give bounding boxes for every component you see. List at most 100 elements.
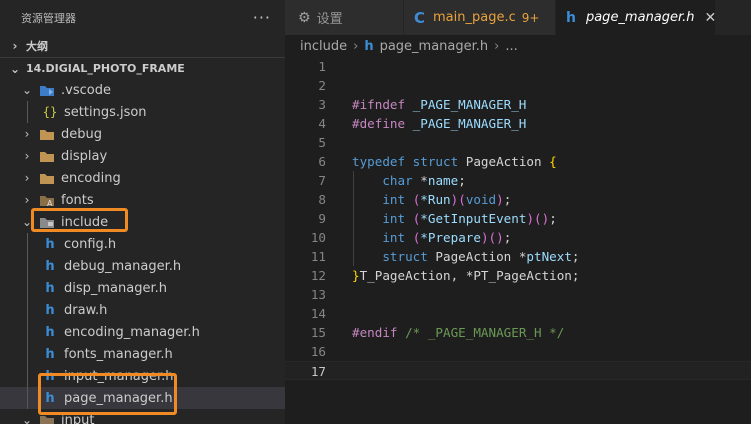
line-number: 1	[318, 59, 326, 74]
tree-item-label: disp_manager.h	[64, 280, 167, 296]
input-folder-icon	[37, 414, 57, 424]
c-file-icon: C	[414, 8, 426, 27]
line-number: 5	[318, 135, 326, 150]
code-line[interactable]: 12 }T_PageAction, *PT_PageAction;	[285, 266, 751, 285]
close-icon[interactable]: ✕	[705, 10, 717, 26]
indent-guide	[27, 321, 28, 343]
tree-item-label: input_manager.h	[64, 368, 174, 384]
file-item[interactable]: h page_manager.h	[0, 387, 285, 409]
code-line[interactable]: 2	[285, 76, 751, 95]
outline-section[interactable]: › 大纲	[0, 35, 285, 57]
chevron-right-icon: ›	[24, 193, 30, 207]
include-folder-icon	[37, 216, 57, 229]
code-text: }T_PageAction, *PT_PageAction;	[352, 268, 580, 283]
code-line[interactable]: 14	[285, 304, 751, 323]
more-actions-icon[interactable]: ···	[253, 8, 271, 27]
breadcrumb-folder[interactable]: include	[300, 39, 347, 54]
code-line[interactable]: 3 #ifndef _PAGE_MANAGER_H	[285, 95, 751, 114]
tab-settings[interactable]: ⚙ 设置	[285, 0, 404, 35]
breadcrumb-symbol[interactable]: ...	[505, 39, 517, 54]
file-item[interactable]: h fonts_manager.h	[0, 343, 285, 365]
code-line[interactable]: 4 #define _PAGE_MANAGER_H	[285, 114, 751, 133]
line-number: 4	[318, 116, 326, 131]
line-number: 8	[318, 192, 326, 207]
line-number: 15	[310, 325, 326, 340]
code-line[interactable]: 1	[285, 57, 751, 76]
file-item[interactable]: h config.h	[0, 233, 285, 255]
code-editor[interactable]: 1 2 3 #ifndef _PAGE_MANAGER_H 4 #define _PAGE…	[285, 57, 751, 424]
code-line[interactable]: 10 int (*Prepare)();	[285, 228, 751, 247]
line-number: 13	[310, 287, 326, 302]
indent-guide	[27, 299, 28, 321]
code-line[interactable]: 13	[285, 285, 751, 304]
chevron-right-icon: ›	[24, 149, 30, 163]
tree-item-label: config.h	[64, 236, 117, 252]
line-number: 12	[310, 268, 326, 283]
file-item[interactable]: h input_manager.h	[0, 365, 285, 387]
tree-item-label: settings.json	[64, 104, 147, 120]
code-line[interactable]: 11 struct PageAction *ptNext;	[285, 247, 751, 266]
folder-icon	[37, 172, 57, 185]
file-item[interactable]: h encoding_manager.h	[0, 321, 285, 343]
indent-guide	[353, 228, 354, 247]
line-number: 16	[310, 344, 326, 359]
file-item[interactable]: h disp_manager.h	[0, 277, 285, 299]
folder-item[interactable]: ⌄ input	[0, 409, 285, 424]
code-line[interactable]: 16	[285, 342, 751, 361]
h-icon: h	[45, 280, 55, 296]
code-line[interactable]: 17	[285, 361, 751, 380]
folder-icon	[37, 128, 57, 141]
folder-item[interactable]: › debug	[0, 123, 285, 145]
code-text: struct PageAction *ptNext;	[382, 249, 580, 264]
fonts-folder-icon: A	[37, 194, 57, 207]
code-line[interactable]: 9 int (*GetInputEvent)();	[285, 209, 751, 228]
project-section[interactable]: ⌄ 14.DIGIAL_PHOTO_FRAME	[0, 57, 285, 79]
line-number: 2	[318, 78, 326, 93]
tree-item-label: fonts_manager.h	[64, 346, 173, 362]
file-item[interactable]: {} settings.json	[0, 101, 285, 123]
folder-item[interactable]: ⌄ .vscode	[0, 79, 285, 101]
code-line[interactable]: 8 int (*Run)(void);	[285, 190, 751, 209]
folder-item[interactable]: › display	[0, 145, 285, 167]
chevron-right-icon: ›	[24, 127, 30, 141]
line-number: 9	[318, 211, 326, 226]
tab-page-manager-label: page_manager.h	[585, 10, 695, 25]
code-line[interactable]: 15 #endif /* _PAGE_MANAGER_H */	[285, 323, 751, 342]
code-text: #ifndef _PAGE_MANAGER_H	[352, 97, 527, 112]
gear-icon: ⚙	[298, 9, 311, 26]
folder-item[interactable]: › encoding	[0, 167, 285, 189]
file-item[interactable]: h debug_manager.h	[0, 255, 285, 277]
h-icon: h	[45, 302, 55, 318]
explorer-title: 资源管理器	[21, 11, 76, 25]
tree-item-label: encoding_manager.h	[64, 324, 200, 340]
indent-guide	[353, 247, 354, 266]
tab-page-manager[interactable]: h page_manager.h ✕	[556, 0, 716, 35]
indent-guide	[27, 255, 28, 277]
file-item[interactable]: h draw.h	[0, 299, 285, 321]
folder-item[interactable]: › Afonts	[0, 189, 285, 211]
code-line[interactable]: 7 char *name;	[285, 171, 751, 190]
h-icon: h	[45, 368, 55, 384]
line-number: 7	[318, 173, 326, 188]
tree-item-label: input	[61, 412, 95, 424]
breadcrumb: include › h page_manager.h › ...	[285, 35, 751, 57]
h-icon: h	[45, 390, 55, 406]
tab-main-page[interactable]: C main_page.c 9+	[404, 0, 556, 35]
tree-item-label: debug_manager.h	[64, 258, 182, 274]
breadcrumb-file[interactable]: page_manager.h	[380, 39, 489, 54]
folder-item[interactable]: ⌄ include	[0, 211, 285, 233]
code-line[interactable]: 5	[285, 133, 751, 152]
code-line[interactable]: 6 typedef struct PageAction {	[285, 152, 751, 171]
line-number: 6	[318, 154, 326, 169]
tree-item-label: include	[61, 214, 109, 230]
indent-guide	[27, 233, 28, 255]
chevron-right-icon: ›	[494, 38, 500, 54]
tab-bar: ⚙ 设置 C main_page.c 9+ h page_manager.h ✕	[285, 0, 751, 35]
indent-guide	[27, 101, 28, 123]
line-number: 3	[318, 97, 326, 112]
svg-text:A: A	[47, 199, 53, 207]
line-number: 17	[310, 364, 326, 379]
